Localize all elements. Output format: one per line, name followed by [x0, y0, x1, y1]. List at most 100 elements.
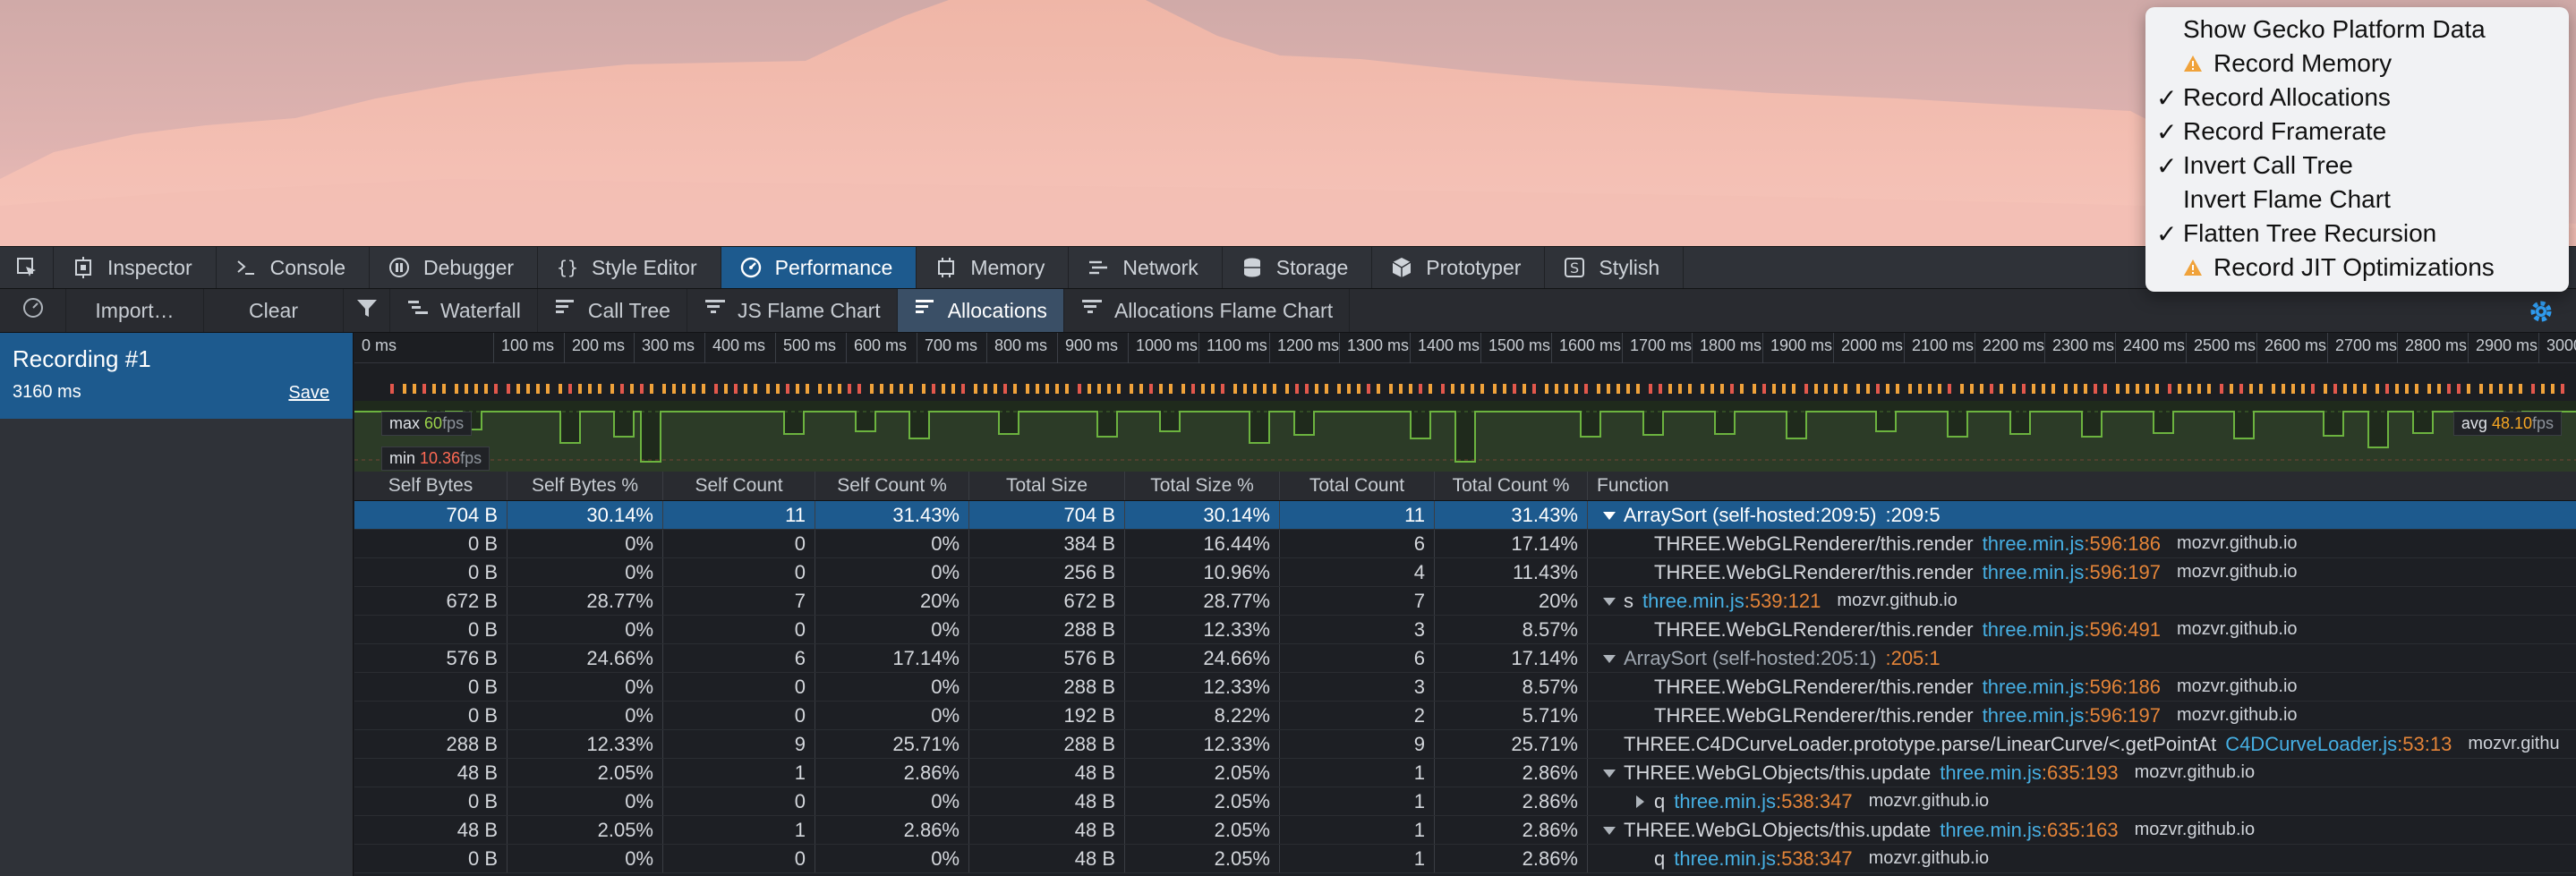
- tab-prototyper[interactable]: Prototyper: [1372, 247, 1546, 288]
- table-row[interactable]: 288 B 12.33% 9 25.71% 288 B 12.33% 9 25.71% THRE…: [354, 730, 2576, 759]
- timeline-overview[interactable]: 0 ms 100 ms 200 ms 300 ms 400 ms 500 ms 600 ms…: [354, 333, 2576, 472]
- timeline-marker: [1730, 384, 1734, 394]
- table-row[interactable]: 0 B 0% 0 0% 288 B 12.33% 3 8.57% THREE.WebGLRend…: [354, 616, 2576, 644]
- tab-debugger[interactable]: Debugger: [370, 247, 539, 288]
- timeline-marker: [1710, 384, 1714, 394]
- fps-avg-label: avg: [2461, 414, 2487, 432]
- column-header[interactable]: Self Bytes: [354, 472, 508, 500]
- function-file-link[interactable]: C4DCurveLoader.js: [2225, 733, 2397, 756]
- column-header[interactable]: Total Size %: [1125, 472, 1280, 500]
- table-row[interactable]: 0 B 0% 0 0% 256 B 10.96% 4 11.43% THREE.WebGLRen…: [354, 558, 2576, 587]
- column-header[interactable]: Total Size: [969, 472, 1125, 500]
- function-file-link[interactable]: three.min.js: [1983, 618, 2085, 642]
- column-header[interactable]: Self Count %: [815, 472, 969, 500]
- settings-gear-icon[interactable]: [2526, 296, 2556, 327]
- table-cell: 384 B: [969, 530, 1125, 557]
- timeline-marker: [2479, 384, 2483, 394]
- view-call-tree-button[interactable]: Call Tree: [538, 289, 687, 332]
- tree-twisty-icon[interactable]: [1600, 506, 1618, 524]
- table-cell: 2.86%: [1435, 845, 1588, 872]
- table-cell: 6: [1280, 644, 1435, 672]
- element-picker-button[interactable]: [0, 247, 54, 288]
- column-header[interactable]: Function: [1588, 472, 2576, 500]
- column-header[interactable]: Total Count: [1280, 472, 1435, 500]
- menu-item[interactable]: Show Gecko Platform Data: [2145, 13, 2569, 47]
- column-header[interactable]: Self Bytes %: [508, 472, 663, 500]
- ruler-tick: 1800 ms: [1692, 333, 1761, 363]
- tab-performance[interactable]: Performance: [721, 247, 917, 288]
- record-button[interactable]: [0, 289, 66, 332]
- timeline-marker: [2051, 384, 2055, 394]
- menu-item[interactable]: Invert Flame Chart: [2145, 183, 2569, 217]
- tab-memory[interactable]: Memory: [917, 247, 1070, 288]
- performance-icon: [739, 256, 763, 279]
- recording-item[interactable]: Recording #1 3160 ms Save: [0, 333, 353, 419]
- tab-network[interactable]: Network: [1069, 247, 1223, 288]
- tab-style-editor[interactable]: {} Style Editor: [538, 247, 721, 288]
- table-row[interactable]: 48 B 2.05% 1 2.86% 48 B 2.05% 1 2.86% THREE.WebG…: [354, 816, 2576, 845]
- tree-twisty-icon[interactable]: [1600, 821, 1618, 839]
- menu-item[interactable]: ✓ Flatten Tree Recursion: [2145, 217, 2569, 251]
- column-header[interactable]: Self Count: [663, 472, 815, 500]
- ruler-tick: 2500 ms: [2186, 333, 2256, 363]
- function-file-link[interactable]: three.min.js: [1983, 532, 2085, 556]
- tab-inspector[interactable]: Inspector: [54, 247, 217, 288]
- table-row[interactable]: 48 B 2.05% 1 2.86% 48 B 2.05% 1 2.86% THREE.WebG…: [354, 759, 2576, 787]
- tab-label: Inspector: [107, 255, 192, 279]
- table-row[interactable]: 0 B 0% 0 0% 48 B 2.05% 1 2.86% q three.min.js:538…: [354, 845, 2576, 873]
- tree-twisty-icon[interactable]: [1631, 793, 1649, 811]
- ruler-tick-label: 3000 ms: [2546, 336, 2576, 354]
- function-file-link[interactable]: three.min.js: [1642, 590, 1744, 613]
- table-cell: 9: [1280, 730, 1435, 758]
- timeline-marker: [2405, 384, 2409, 394]
- table-row[interactable]: 0 B 0% 0 0% 48 B 2.05% 1 2.86% q three.min.js:538…: [354, 787, 2576, 816]
- tree-twisty-icon[interactable]: [1600, 650, 1618, 668]
- timeline-marker: [1532, 384, 1536, 394]
- tree-twisty-icon[interactable]: [1600, 764, 1618, 782]
- timeline-marker: [1844, 384, 1847, 394]
- function-file-link[interactable]: three.min.js: [1940, 761, 2042, 785]
- table-cell: 30.14%: [1125, 501, 1280, 529]
- timeline-marker: [672, 384, 676, 394]
- menu-item[interactable]: Record Memory: [2145, 47, 2569, 81]
- table-row[interactable]: 0 B 0% 0 0% 288 B 12.33% 3 8.57% THREE.WebGLRend…: [354, 673, 2576, 702]
- tab-console[interactable]: Console: [217, 247, 370, 288]
- table-row[interactable]: 0 B 0% 0 0% 192 B 8.22% 2 5.71% THREE.WebGLRende…: [354, 702, 2576, 730]
- ruler-tick-label: 2100 ms: [1912, 336, 1975, 354]
- timeline-marker: [559, 384, 562, 394]
- menu-item[interactable]: ✓ Record Allocations: [2145, 81, 2569, 115]
- view-waterfall-button[interactable]: Waterfall: [390, 289, 538, 332]
- fps-min-value: 10.36: [420, 449, 461, 467]
- menu-item[interactable]: ✓ Record Framerate: [2145, 115, 2569, 149]
- view-allocations-flame-chart-button[interactable]: Allocations Flame Chart: [1064, 289, 1351, 332]
- clear-button[interactable]: Clear: [204, 289, 344, 332]
- menu-item[interactable]: ✓ Invert Call Tree: [2145, 149, 2569, 183]
- import-button[interactable]: Import…: [66, 289, 204, 332]
- view-allocations-button[interactable]: Allocations: [897, 289, 1064, 332]
- filter-button[interactable]: [344, 289, 390, 332]
- column-header[interactable]: Total Count %: [1435, 472, 1588, 500]
- allocations-tree-table[interactable]: Self Bytes Self Bytes % Self Count Self Cou…: [354, 472, 2576, 876]
- function-file-link[interactable]: three.min.js: [1983, 561, 2085, 584]
- timeline-marker: [1523, 384, 1526, 394]
- function-file-link[interactable]: three.min.js: [1983, 676, 2085, 699]
- table-row[interactable]: 576 B 24.66% 6 17.14% 576 B 24.66% 6 17.14% Arra…: [354, 644, 2576, 673]
- function-file-link[interactable]: three.min.js: [1674, 790, 1776, 813]
- tab-storage[interactable]: Storage: [1223, 247, 1373, 288]
- timeline-marker: [1938, 384, 1941, 394]
- tree-twisty-icon[interactable]: [1600, 592, 1618, 610]
- function-file-link[interactable]: three.min.js: [1674, 847, 1776, 871]
- menu-item[interactable]: Record JIT Optimizations: [2145, 251, 2569, 285]
- table-row[interactable]: 0 B 0% 0 0% 384 B 16.44% 6 17.14% THREE.WebGLRen…: [354, 530, 2576, 558]
- view-js-flame-chart-button[interactable]: JS Flame Chart: [687, 289, 898, 332]
- table-row[interactable]: 704 B 30.14% 11 31.43% 704 B 30.14% 11 31.43% Ar…: [354, 501, 2576, 530]
- function-file-link[interactable]: three.min.js: [1983, 704, 2085, 727]
- timeline-marker: [598, 384, 601, 394]
- timeline-marker: [1607, 384, 1610, 394]
- tab-stylish[interactable]: S Stylish: [1545, 247, 1685, 288]
- timeline-marker: [1305, 384, 1309, 394]
- save-recording-link[interactable]: Save: [288, 383, 329, 404]
- function-file-link[interactable]: three.min.js: [1940, 819, 2042, 842]
- timeline-marker: [2301, 384, 2305, 394]
- table-row[interactable]: 672 B 28.77% 7 20% 672 B 28.77% 7 20% s three.min…: [354, 587, 2576, 616]
